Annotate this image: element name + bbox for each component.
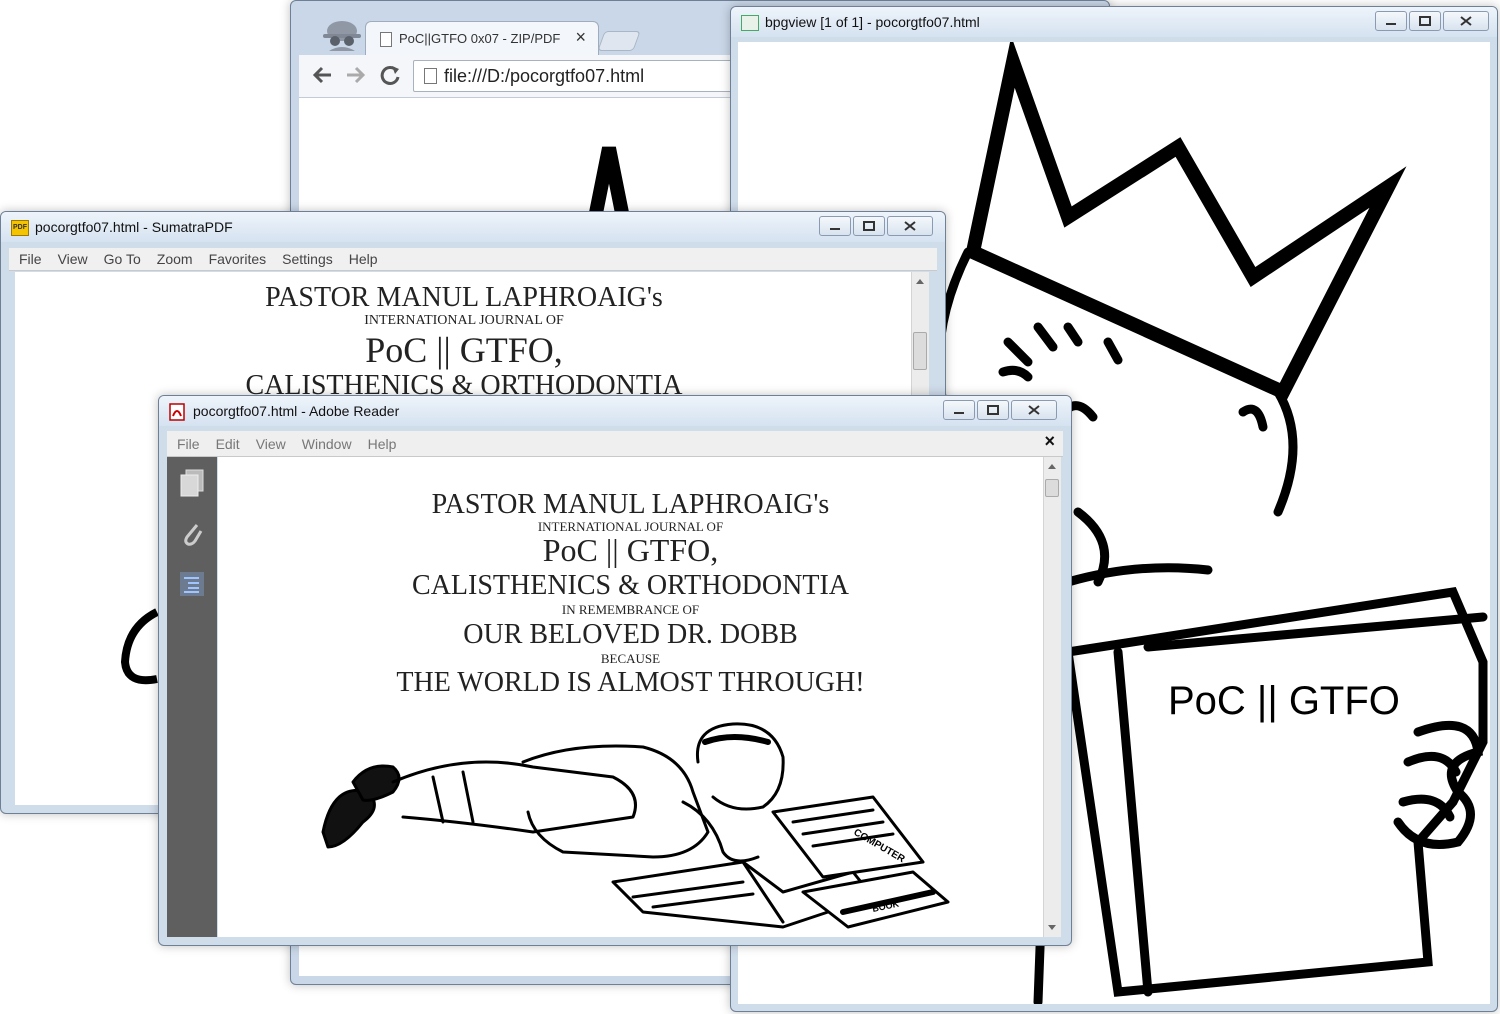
doc-line-dobb: OUR BELOVED DR. DOBB	[463, 619, 798, 650]
close-button[interactable]	[887, 216, 933, 236]
bpgview-app-icon	[741, 15, 759, 31]
page-thumbnails-icon[interactable]	[179, 469, 205, 502]
doc-line-remembrance: IN REMEMBRANCE OF	[561, 602, 700, 617]
menu-bar: File Edit View Window Help ×	[167, 431, 1063, 457]
tab-title: PoC||GTFO 0x07 - ZIP/PDF	[399, 31, 561, 46]
menu-help[interactable]: Help	[368, 436, 397, 452]
arm	[681, 800, 760, 863]
maximize-button[interactable]	[853, 216, 885, 236]
close-button[interactable]	[1443, 11, 1489, 31]
doc-line-title: PASTOR MANUL LAPHROAIG's	[265, 282, 663, 313]
minimize-button[interactable]	[1375, 11, 1407, 31]
vertical-scrollbar[interactable]	[1043, 457, 1061, 937]
menu-window[interactable]: Window	[302, 436, 352, 452]
doc-line-calisthenics: CALISTHENICS & ORTHODONTIA	[412, 570, 849, 601]
title-bar: bpgview [1 of 1] - pocorgtfo07.html	[731, 7, 1497, 37]
window-title: pocorgtfo07.html - Adobe Reader	[193, 403, 400, 419]
tab-close-button[interactable]: ×	[575, 27, 586, 48]
doc-line-pocgtfo: PoC || GTFO,	[365, 330, 563, 370]
doc-line-world: THE WORLD IS ALMOST THROUGH!	[396, 667, 865, 698]
menu-settings[interactable]: Settings	[282, 251, 333, 267]
boy-reading-illustration: COMPUTER BOOK	[321, 722, 950, 929]
minimize-button[interactable]	[943, 400, 975, 420]
window-title: pocorgtfo07.html - SumatraPDF	[35, 219, 233, 235]
reload-icon[interactable]	[379, 64, 401, 91]
crown	[964, 42, 1407, 402]
title-bar: pocorgtfo07.html - Adobe Reader	[159, 396, 1071, 426]
magazine	[771, 795, 925, 879]
scroll-up-arrow[interactable]	[1048, 464, 1056, 469]
book-cover-text: PoC || GTFO	[1168, 679, 1400, 723]
close-button[interactable]	[1011, 400, 1057, 420]
close-document-button[interactable]: ×	[1044, 431, 1055, 452]
doc-line-title: PASTOR MANUL LAPHROAIG's	[431, 489, 830, 520]
back-arrow-icon[interactable]	[311, 65, 333, 90]
adobe-pdf-icon	[169, 403, 185, 421]
menu-favorites[interactable]: Favorites	[209, 251, 267, 267]
window-title: bpgview [1 of 1] - pocorgtfo07.html	[765, 14, 980, 30]
address-text: file:///D:/pocorgtfo07.html	[444, 66, 645, 86]
menu-file[interactable]: File	[19, 251, 42, 267]
scroll-up-arrow[interactable]	[916, 279, 924, 284]
doc-line-journal: INTERNATIONAL JOURNAL OF	[364, 313, 564, 328]
legs	[391, 760, 637, 834]
page-icon	[424, 68, 437, 84]
document-page: PASTOR MANUL LAPHROAIG's INTERNATIONAL J…	[218, 457, 1043, 937]
maximize-button[interactable]	[1409, 11, 1441, 31]
maximize-button[interactable]	[977, 400, 1009, 420]
menu-zoom[interactable]: Zoom	[157, 251, 193, 267]
navigation-pane	[167, 457, 217, 937]
menu-view[interactable]: View	[256, 436, 286, 452]
menu-go-to[interactable]: Go To	[104, 251, 141, 267]
bookmarks-icon[interactable]	[179, 571, 205, 602]
menu-bar: File View Go To Zoom Favorites Settings …	[9, 248, 937, 271]
title-bar: PDF pocorgtfo07.html - SumatraPDF	[1, 212, 945, 242]
adobe-reader-window: pocorgtfo07.html - Adobe Reader File Edi…	[158, 395, 1072, 946]
browser-tab[interactable]: PoC||GTFO 0x07 - ZIP/PDF ×	[365, 21, 599, 56]
incognito-icon	[319, 17, 365, 58]
menu-file[interactable]: File	[177, 436, 200, 452]
forward-arrow-icon[interactable]	[345, 65, 367, 90]
minimize-button[interactable]	[819, 216, 851, 236]
body	[521, 744, 710, 859]
doc-line-pocgtfo: PoC || GTFO,	[542, 532, 719, 568]
page-icon	[380, 32, 392, 47]
scroll-thumb[interactable]	[913, 332, 927, 370]
attachments-paperclip-icon[interactable]	[179, 519, 205, 552]
menu-edit[interactable]: Edit	[216, 436, 240, 452]
scroll-thumb[interactable]	[1045, 479, 1059, 497]
doc-line-because: BECAUSE	[600, 651, 661, 666]
new-tab-button[interactable]	[597, 31, 641, 51]
menu-view[interactable]: View	[58, 251, 88, 267]
scroll-down-arrow[interactable]	[1048, 925, 1056, 930]
menu-help[interactable]: Help	[349, 251, 378, 267]
sumatra-app-icon: PDF	[11, 220, 29, 236]
